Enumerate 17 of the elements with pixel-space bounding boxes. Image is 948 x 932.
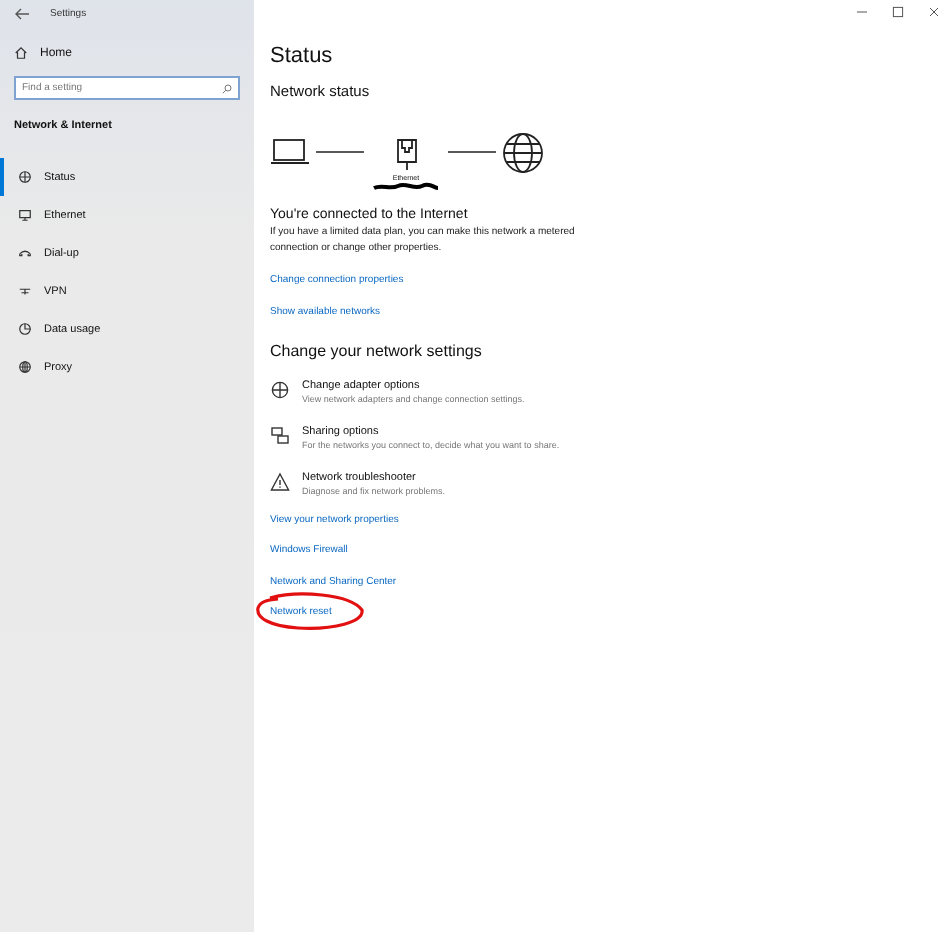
- phone-icon: [18, 246, 32, 260]
- close-icon[interactable]: [928, 6, 940, 18]
- connector-line: [316, 150, 364, 154]
- maximize-icon[interactable]: [892, 6, 904, 18]
- monitor-icon: [18, 208, 32, 222]
- page-title: Status: [270, 44, 333, 70]
- laptop-icon: [270, 138, 310, 166]
- computers-icon: [270, 426, 290, 446]
- section-heading: Change your network settings: [270, 342, 482, 360]
- search-icon: [222, 83, 232, 93]
- home-icon: [14, 46, 28, 60]
- connector-line: [448, 150, 496, 154]
- ethernet-icon: [395, 138, 417, 172]
- pie-chart-icon: [18, 322, 32, 336]
- warning-icon: [270, 472, 290, 492]
- back-arrow-icon[interactable]: [14, 8, 30, 20]
- redaction-scribble: [372, 182, 440, 192]
